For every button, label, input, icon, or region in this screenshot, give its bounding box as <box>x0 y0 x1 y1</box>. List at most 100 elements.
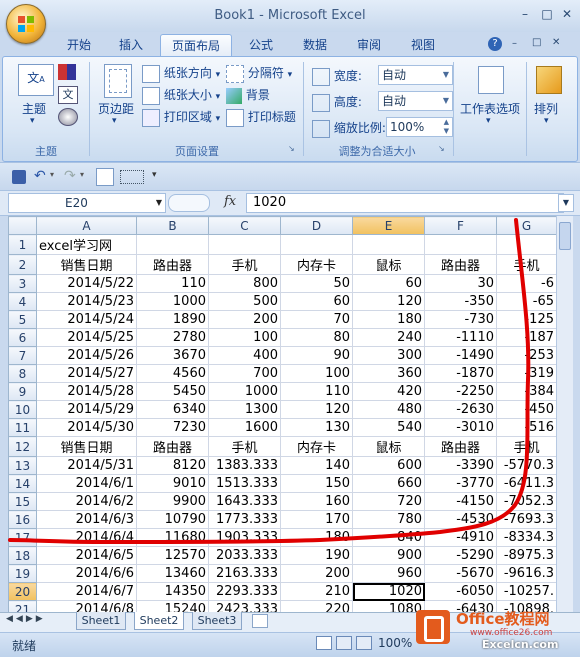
column-header-e[interactable]: E <box>352 216 425 235</box>
row-header[interactable]: 6 <box>8 328 37 347</box>
column-header-d[interactable]: D <box>280 216 353 235</box>
maximize-icon[interactable]: □ <box>536 6 558 22</box>
cell[interactable]: 400 <box>208 346 281 365</box>
row-header[interactable]: 11 <box>8 418 37 437</box>
cell[interactable]: 2014/5/29 <box>36 400 137 419</box>
cell[interactable]: 14350 <box>136 582 209 601</box>
cell[interactable] <box>280 234 353 255</box>
cell[interactable]: -10257. <box>496 582 557 601</box>
cell[interactable]: 1903.333 <box>208 528 281 547</box>
cell[interactable]: 2014/6/1 <box>36 474 137 493</box>
cell[interactable]: 13460 <box>136 564 209 583</box>
arrange-icon[interactable] <box>536 66 562 94</box>
cell[interactable]: 60 <box>352 274 425 293</box>
tab-page-layout[interactable]: 页面布局 <box>160 34 232 57</box>
tab-formulas[interactable]: 公式 <box>242 34 280 56</box>
cell[interactable]: 7230 <box>136 418 209 437</box>
cell[interactable]: 110 <box>280 382 353 401</box>
cell[interactable]: 9900 <box>136 492 209 511</box>
sheet-tab-1[interactable]: Sheet1 <box>76 612 126 630</box>
zoom-level[interactable]: 100% <box>378 636 412 650</box>
cell[interactable]: 840 <box>352 528 425 547</box>
cell[interactable]: 100 <box>280 364 353 383</box>
cell[interactable]: -5290 <box>424 546 497 565</box>
cell[interactable]: 200 <box>280 564 353 583</box>
normal-view-icon[interactable] <box>316 636 332 650</box>
cell[interactable]: 2014/6/5 <box>36 546 137 565</box>
cell[interactable]: 2014/5/22 <box>36 274 137 293</box>
sheet-tab-2[interactable]: Sheet2 <box>134 612 184 630</box>
cell[interactable]: 2014/6/4 <box>36 528 137 547</box>
tab-review[interactable]: 审阅 <box>350 34 388 56</box>
cell[interactable]: -450 <box>496 400 557 419</box>
minimize-icon[interactable]: – <box>514 6 536 22</box>
row-header[interactable]: 17 <box>8 528 37 547</box>
cell[interactable]: -187 <box>496 328 557 347</box>
cell[interactable]: 240 <box>352 328 425 347</box>
cell[interactable]: -2630 <box>424 400 497 419</box>
cell[interactable]: 30 <box>424 274 497 293</box>
cell[interactable]: 2163.333 <box>208 564 281 583</box>
cell[interactable]: 720 <box>352 492 425 511</box>
office-button[interactable] <box>6 4 46 44</box>
cell[interactable]: 360 <box>352 364 425 383</box>
sheet-options-button[interactable]: 工作表选项 <box>460 100 520 117</box>
tab-view[interactable]: 视图 <box>404 34 442 56</box>
cell[interactable]: 900 <box>352 546 425 565</box>
column-header-b[interactable]: B <box>136 216 209 235</box>
cell[interactable]: -9616.3 <box>496 564 557 583</box>
cell[interactable]: 420 <box>352 382 425 401</box>
cell[interactable]: 1600 <box>208 418 281 437</box>
redo-icon[interactable]: ↷ <box>64 168 76 184</box>
row-header[interactable]: 10 <box>8 400 37 419</box>
cell[interactable]: 1300 <box>208 400 281 419</box>
cell[interactable]: 内存卡 <box>280 436 353 457</box>
cell[interactable]: -2250 <box>424 382 497 401</box>
row-header[interactable]: 13 <box>8 456 37 475</box>
cell[interactable]: -3770 <box>424 474 497 493</box>
column-header-c[interactable]: C <box>208 216 281 235</box>
cell[interactable]: -1870 <box>424 364 497 383</box>
cell[interactable]: 500 <box>208 292 281 311</box>
vertical-scrollbar[interactable] <box>556 216 573 612</box>
cell[interactable]: 11680 <box>136 528 209 547</box>
cell[interactable]: 2293.333 <box>208 582 281 601</box>
cell[interactable]: 2014/5/31 <box>36 456 137 475</box>
cell[interactable]: 1383.333 <box>208 456 281 475</box>
cell[interactable]: -319 <box>496 364 557 383</box>
name-box[interactable]: E20 ▼ <box>8 193 166 213</box>
cell[interactable]: -3010 <box>424 418 497 437</box>
tab-data[interactable]: 数据 <box>296 34 334 56</box>
cell[interactable]: 2014/6/7 <box>36 582 137 601</box>
page-layout-view-icon[interactable] <box>336 636 352 650</box>
cell[interactable]: 780 <box>352 510 425 529</box>
margins-icon[interactable] <box>104 64 132 98</box>
cell[interactable]: -3390 <box>424 456 497 475</box>
cell[interactable]: 2033.333 <box>208 546 281 565</box>
column-header-f[interactable]: F <box>424 216 497 235</box>
row-header[interactable]: 4 <box>8 292 37 311</box>
theme-icon[interactable]: 文A <box>18 64 54 96</box>
scale-input[interactable]: 100% ▲ ▼ <box>386 117 453 137</box>
cell[interactable]: 1513.333 <box>208 474 281 493</box>
cell[interactable]: 2014/5/24 <box>36 310 137 329</box>
cell[interactable]: 480 <box>352 400 425 419</box>
dialog-launcher-icon[interactable]: ↘ <box>438 144 445 153</box>
cell[interactable]: 800 <box>208 274 281 293</box>
row-header[interactable]: 1 <box>8 234 37 255</box>
cell[interactable]: -4150 <box>424 492 497 511</box>
cell[interactable]: -1110 <box>424 328 497 347</box>
page-break-view-icon[interactable] <box>356 636 372 650</box>
spinner-icon[interactable]: ▲ ▼ <box>444 118 449 136</box>
insert-sheet-icon[interactable] <box>252 614 268 628</box>
sheet-options-icon[interactable] <box>478 66 504 94</box>
formula-bar-splitter[interactable] <box>168 194 210 212</box>
print-area-button[interactable]: 打印区域 ▾ <box>142 108 220 127</box>
cell[interactable]: 路由器 <box>136 254 209 275</box>
help-icon[interactable]: ? <box>488 37 502 51</box>
cell[interactable]: 300 <box>352 346 425 365</box>
undo-icon[interactable]: ↶ <box>34 168 46 184</box>
cell[interactable]: -8334.3 <box>496 528 557 547</box>
cell[interactable]: -4910 <box>424 528 497 547</box>
cell[interactable]: 180 <box>352 310 425 329</box>
